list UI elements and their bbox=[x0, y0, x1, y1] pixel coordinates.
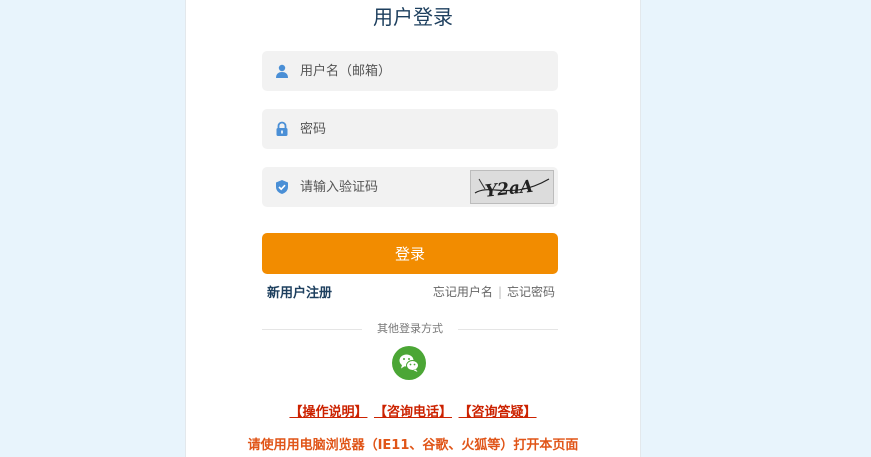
login-button[interactable]: 登录 bbox=[262, 233, 558, 274]
other-login-divider: 其他登录方式 bbox=[262, 319, 558, 339]
wechat-login-button[interactable] bbox=[392, 346, 426, 380]
help-link-faq[interactable]: 【咨询答疑】 bbox=[459, 405, 537, 420]
username-field bbox=[262, 51, 558, 91]
divider-line-right bbox=[458, 329, 558, 330]
login-panel: 用户登录 Y2aA 登录 新用户注册 忘记用户名 | 忘记密码 bbox=[185, 0, 641, 457]
help-link-instructions[interactable]: 【操作说明】 bbox=[289, 405, 367, 420]
captcha-input[interactable] bbox=[300, 167, 470, 207]
captcha-field: Y2aA bbox=[262, 167, 558, 207]
captcha-image[interactable]: Y2aA bbox=[470, 170, 554, 204]
help-links: 【操作说明】 【咨询电话】 【咨询答疑】 bbox=[186, 401, 640, 420]
help-link-phone[interactable]: 【咨询电话】 bbox=[374, 405, 452, 420]
page-title: 用户登录 bbox=[373, 5, 453, 29]
lock-icon bbox=[274, 121, 290, 137]
wechat-icon bbox=[399, 354, 419, 372]
forgot-password-link[interactable]: 忘记密码 bbox=[507, 285, 555, 299]
forgot-separator: | bbox=[497, 285, 502, 299]
username-input[interactable] bbox=[300, 51, 470, 91]
shield-check-icon bbox=[274, 179, 290, 195]
password-input[interactable] bbox=[300, 109, 470, 149]
browser-notice: 请使用用电脑浏览器（IE11、谷歌、火狐等）打开本页面 bbox=[247, 438, 579, 453]
user-icon bbox=[274, 63, 290, 79]
forgot-links: 忘记用户名 | 忘记密码 bbox=[433, 283, 555, 300]
register-link[interactable]: 新用户注册 bbox=[267, 282, 332, 301]
forgot-username-link[interactable]: 忘记用户名 bbox=[433, 285, 493, 299]
password-field bbox=[262, 109, 558, 149]
